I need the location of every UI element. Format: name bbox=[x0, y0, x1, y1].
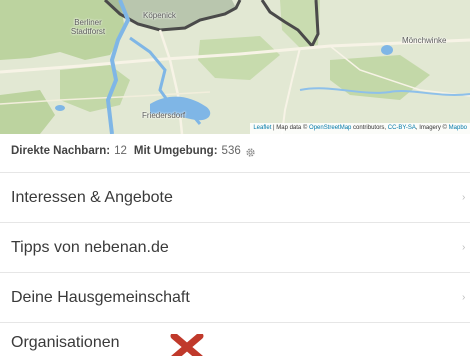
menu-item-tipps[interactable]: Tipps von nebenan.de › bbox=[0, 222, 470, 272]
chevron-right-icon: › bbox=[462, 241, 466, 253]
surrounding-label: Mit Umgebung: bbox=[133, 145, 218, 157]
attribution-text-1: | Map data © bbox=[271, 125, 310, 131]
map-label-berliner-stadtforst: Berliner Stadtforst bbox=[70, 18, 106, 36]
attribution-text-3: , Imagery © bbox=[415, 125, 449, 131]
menu-item-label: Tipps von nebenan.de bbox=[11, 238, 169, 256]
menu-item-label: Organisationen bbox=[11, 333, 120, 351]
neighbourhood-map[interactable]: Berliner Stadtforst Köpenick Friedersdor… bbox=[0, 0, 470, 134]
neighbour-counts: Direkte Nachbarn: 12 Mit Umgebung: 536 bbox=[11, 142, 256, 160]
close-icon bbox=[170, 334, 204, 356]
menu-item-label: Interessen & Angebote bbox=[11, 188, 173, 206]
app-root: Berliner Stadtforst Köpenick Friedersdor… bbox=[0, 0, 470, 356]
map-attribution: Leaflet | Map data © OpenStreetMap contr… bbox=[250, 123, 470, 134]
menu-item-interessen[interactable]: Interessen & Angebote › bbox=[0, 172, 470, 222]
chevron-right-icon: › bbox=[462, 291, 466, 303]
surrounding-count: 536 bbox=[221, 145, 241, 157]
map-label-moenchwinkel: Mönchwinke bbox=[402, 36, 447, 45]
map-label-koepenick: Köpenick bbox=[143, 11, 176, 20]
attribution-text-2: contributors, bbox=[351, 125, 388, 131]
license-link[interactable]: CC-BY-SA bbox=[388, 125, 416, 131]
menu-item-hausgemeinschaft[interactable]: Deine Hausgemeinschaft › bbox=[0, 272, 470, 322]
gear-icon[interactable] bbox=[245, 146, 256, 157]
direct-neighbours-label: Direkte Nachbarn: bbox=[11, 145, 111, 157]
menu-item-organisationen[interactable]: Organisationen bbox=[0, 322, 470, 356]
chevron-right-icon: › bbox=[462, 191, 466, 203]
direct-neighbours-count: 12 bbox=[114, 145, 127, 157]
menu-item-label: Deine Hausgemeinschaft bbox=[11, 288, 190, 306]
leaflet-link[interactable]: Leaflet bbox=[253, 125, 271, 131]
profile-menu: Interessen & Angebote › Tipps von nebena… bbox=[0, 172, 470, 356]
provider-link[interactable]: Mapbo bbox=[449, 125, 467, 131]
osm-link[interactable]: OpenStreetMap bbox=[309, 125, 351, 131]
map-label-friedersdorf: Friedersdorf bbox=[142, 111, 186, 120]
